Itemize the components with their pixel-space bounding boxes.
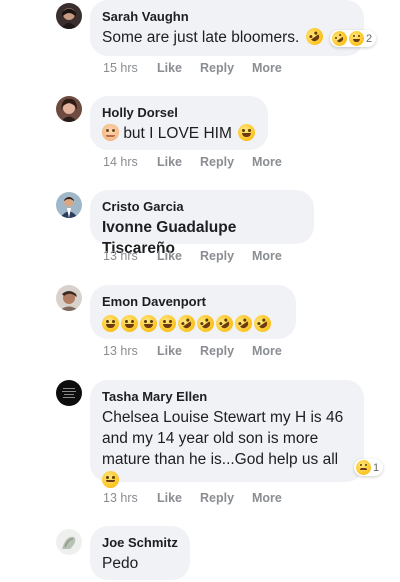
comment-text: but I LOVE HIM [102, 123, 256, 144]
comment-bubble: Joe Schmitz Pedo [90, 526, 190, 580]
reaction-summary[interactable]: 2 [329, 28, 377, 49]
comment-author[interactable]: Tasha Mary Ellen [102, 388, 352, 405]
more-button[interactable]: More [252, 344, 282, 358]
reply-button[interactable]: Reply [200, 61, 252, 75]
avatar[interactable] [56, 380, 82, 406]
comment-text-content: Some are just late bloomers. [102, 29, 300, 46]
comment-actions: 13 hrs Like Reply More [103, 344, 282, 358]
comment-bubble: Holly Dorsel but I LOVE HIM [90, 96, 268, 150]
comment-bubble: Emon Davenport [90, 285, 296, 339]
laughing-emoji [121, 315, 138, 332]
comment-text: Chelsea Louise Stewart my H is 46 and my… [102, 407, 352, 491]
winking-emoji [102, 471, 119, 488]
comment-timestamp[interactable]: 13 hrs [103, 344, 157, 358]
more-button[interactable]: More [252, 491, 282, 505]
comment-text [102, 311, 284, 336]
rofl-emoji [193, 311, 218, 336]
comment-text-content: Chelsea Louise Stewart my H is 46 and my… [102, 409, 344, 468]
rofl-emoji [250, 311, 275, 336]
reply-button[interactable]: Reply [200, 155, 252, 169]
avatar[interactable] [56, 285, 82, 311]
comment-author[interactable]: Sarah Vaughn [102, 8, 352, 25]
reaction-summary[interactable]: 1 [354, 459, 384, 476]
comment-bubble: Tasha Mary Ellen Chelsea Louise Stewart … [90, 380, 364, 488]
avatar[interactable] [56, 96, 82, 122]
reaction-count: 2 [366, 32, 373, 45]
comment-author[interactable]: Joe Schmitz [102, 534, 178, 551]
comment-timestamp[interactable]: 13 hrs [103, 491, 157, 505]
like-button[interactable]: Like [157, 249, 200, 263]
comment-bubble: Cristo Garcia Ivonne Guadalupe Tiscareño [90, 190, 314, 257]
like-button[interactable]: Like [157, 155, 200, 169]
comment-author[interactable]: Holly Dorsel [102, 104, 256, 121]
reply-button[interactable]: Reply [200, 491, 252, 505]
comment-text: Pedo [102, 555, 139, 572]
laughing-emoji [349, 31, 364, 46]
like-button[interactable]: Like [157, 61, 200, 75]
like-button[interactable]: Like [157, 491, 200, 505]
reply-button[interactable]: Reply [200, 344, 252, 358]
like-button[interactable]: Like [157, 344, 200, 358]
more-button[interactable]: More [252, 249, 282, 263]
avatar[interactable] [56, 3, 82, 29]
comment-author[interactable]: Cristo Garcia [102, 198, 302, 215]
comment-actions: 15 hrs Like Reply More [103, 61, 282, 75]
comment-timestamp[interactable]: 15 hrs [103, 61, 157, 75]
reaction-count: 1 [373, 461, 380, 474]
avatar[interactable] [56, 192, 82, 218]
rofl-emoji [231, 311, 256, 336]
comment-timestamp[interactable]: 14 hrs [103, 155, 157, 169]
comment-bubble: Sarah Vaughn Some are just late bloomers… [90, 0, 364, 56]
more-button[interactable]: More [252, 61, 282, 75]
laughing-emoji [102, 315, 119, 332]
comment-actions: 14 hrs Like Reply More [103, 155, 282, 169]
comment-actions: 13 hrs Like Reply More [103, 491, 282, 505]
avatar[interactable] [56, 529, 82, 555]
more-button[interactable]: More [252, 155, 282, 169]
comment-text: Some are just late bloomers. [102, 24, 352, 49]
comment-text-content: but I LOVE HIM [123, 125, 232, 142]
comment-actions: 13 hrs Like Reply More [103, 249, 282, 263]
smiling-eyes-emoji [238, 124, 256, 141]
rofl-emoji [212, 311, 237, 336]
rofl-emoji [302, 24, 326, 49]
laughing-emoji [140, 315, 157, 332]
laughing-emoji [159, 315, 176, 332]
sad-emoji [356, 460, 371, 475]
comment-timestamp[interactable]: 13 hrs [103, 249, 157, 263]
reply-button[interactable]: Reply [200, 249, 252, 263]
rofl-emoji [174, 311, 199, 336]
person-gesturing-emoji [102, 124, 119, 141]
comment-author[interactable]: Emon Davenport [102, 293, 284, 310]
